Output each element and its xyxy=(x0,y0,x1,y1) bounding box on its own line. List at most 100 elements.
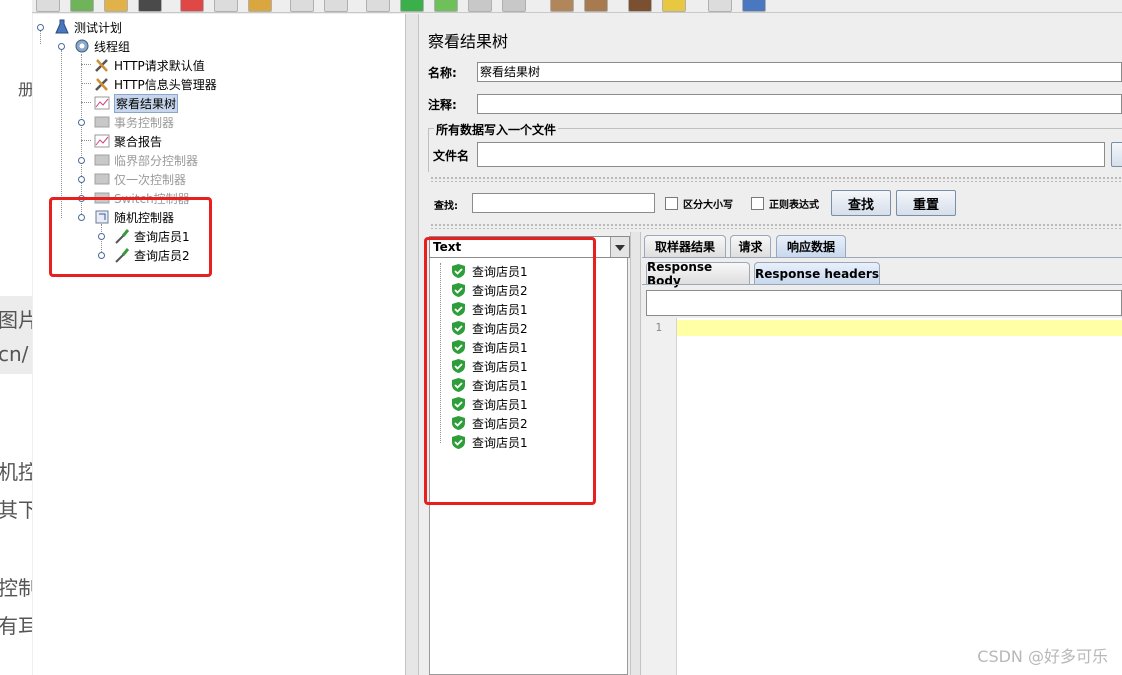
find-button[interactable]: 查找 xyxy=(831,190,891,216)
tree-expand-handle[interactable] xyxy=(78,157,85,164)
controller-icon xyxy=(94,152,110,168)
tree-item-http-defaults[interactable]: HTTP请求默认值 xyxy=(94,56,205,74)
tab-response-body[interactable]: Response Body xyxy=(646,260,750,288)
file-group-title: 所有数据写入一个文件 xyxy=(434,121,559,138)
tree-item-label: 仅一次控制器 xyxy=(114,172,187,187)
csdn-watermark: CSDN @好多可乐 xyxy=(977,647,1108,666)
tree-connector xyxy=(81,83,91,84)
tree-item-transaction-controller[interactable]: 事务控制器 xyxy=(94,113,174,131)
expand-icon[interactable] xyxy=(290,0,314,12)
pane-splitter[interactable] xyxy=(405,14,419,675)
annotation-box xyxy=(424,237,596,505)
checkbox-label: 正则表达式 xyxy=(769,200,819,211)
tab-underline xyxy=(642,257,1122,258)
divider xyxy=(430,176,1122,182)
help-icon[interactable] xyxy=(742,0,766,12)
tree-item-label: 线程组 xyxy=(94,39,131,54)
function-helper-icon[interactable] xyxy=(708,0,732,12)
reset-search-icon[interactable] xyxy=(662,0,686,12)
tree-item-thread-group[interactable]: 线程组 xyxy=(74,37,130,55)
shutdown-icon[interactable] xyxy=(502,0,526,12)
tree-connector xyxy=(81,140,91,141)
search-label: 查找: xyxy=(434,201,458,212)
new-icon[interactable] xyxy=(36,0,60,12)
start-no-pause-icon[interactable] xyxy=(434,0,458,12)
tree-item-label: 临界部分控制器 xyxy=(114,153,199,168)
line-number: 1 xyxy=(655,321,662,334)
search-icon[interactable] xyxy=(628,0,652,12)
checkbox-label: 区分大小写 xyxy=(683,200,733,211)
clear-all-icon[interactable] xyxy=(584,0,608,12)
headers-editor[interactable] xyxy=(642,318,1122,675)
controller-icon xyxy=(94,171,110,187)
collapse-icon[interactable] xyxy=(324,0,348,12)
tree-item-once-only-controller[interactable]: 仅一次控制器 xyxy=(94,170,186,188)
search-input[interactable] xyxy=(472,193,655,213)
tree-connector xyxy=(81,64,91,65)
tree-connector xyxy=(61,50,62,218)
comment-label: 注释: xyxy=(428,98,457,112)
headers-search-field[interactable] xyxy=(646,290,1122,316)
test-plan-icon xyxy=(54,19,70,35)
file-label: 文件名 xyxy=(433,149,470,163)
tree-item-view-results-tree[interactable]: 察看结果树 xyxy=(94,93,179,113)
tools-icon xyxy=(94,57,110,73)
tools-icon xyxy=(94,76,110,92)
tree-expand-handle[interactable] xyxy=(78,119,85,126)
tree-item-test-plan[interactable]: 测试计划 xyxy=(54,18,122,36)
copy-icon[interactable] xyxy=(214,0,238,12)
name-field[interactable]: 察看结果树 xyxy=(477,62,1122,82)
open-icon[interactable] xyxy=(104,0,128,12)
cut-icon[interactable] xyxy=(180,0,204,12)
comment-field[interactable] xyxy=(477,94,1122,114)
divider xyxy=(430,223,1122,229)
tree-item-label: 测试计划 xyxy=(74,20,123,35)
controller-icon xyxy=(94,114,110,130)
chevron-down-icon xyxy=(610,237,629,257)
test-plan-tree xyxy=(33,14,406,675)
toolbar xyxy=(32,0,1122,13)
checkbox-icon xyxy=(665,197,678,210)
clear-icon[interactable] xyxy=(550,0,574,12)
tree-item-label: 聚合报告 xyxy=(114,134,163,149)
tab-response-data[interactable]: 响应数据 xyxy=(776,235,846,257)
gear-icon xyxy=(74,38,90,54)
save-icon[interactable] xyxy=(138,0,162,12)
tree-item-label: 事务控制器 xyxy=(114,115,175,130)
tree-item-critical-section-controller[interactable]: 临界部分控制器 xyxy=(94,151,198,169)
page-title: 察看结果树 xyxy=(428,32,509,51)
tree-item-header-manager[interactable]: HTTP信息头管理器 xyxy=(94,75,217,93)
graph-icon xyxy=(94,95,110,111)
stop-icon[interactable] xyxy=(468,0,492,12)
paste-icon[interactable] xyxy=(248,0,272,12)
current-line-highlight xyxy=(677,320,1122,336)
graph-icon xyxy=(94,133,110,149)
tree-item-aggregate-report[interactable]: 聚合报告 xyxy=(94,132,162,150)
name-label: 名称: xyxy=(428,66,457,80)
checkbox-icon xyxy=(751,197,764,210)
tree-expand-handle[interactable] xyxy=(58,43,65,50)
templates-icon[interactable] xyxy=(70,0,94,12)
tab-underline xyxy=(642,284,1122,285)
line-gutter: 1 xyxy=(642,318,677,675)
tab-response-headers[interactable]: Response headers xyxy=(754,262,880,284)
case-sensitive-checkbox[interactable]: 区分大小写 xyxy=(665,196,733,211)
regex-checkbox[interactable]: 正则表达式 xyxy=(751,196,819,211)
start-icon[interactable] xyxy=(400,0,424,12)
file-name-field[interactable] xyxy=(477,142,1105,167)
tree-expand-handle[interactable] xyxy=(37,24,44,31)
tree-item-label: 察看结果树 xyxy=(114,93,179,113)
detail-splitter[interactable] xyxy=(630,232,641,675)
browse-button[interactable] xyxy=(1111,142,1122,167)
tree-connector xyxy=(81,102,91,103)
tree-item-label: HTTP信息头管理器 xyxy=(114,77,217,92)
tree-expand-handle[interactable] xyxy=(78,176,85,183)
tab-sampler-result[interactable]: 取样器结果 xyxy=(644,235,726,257)
reset-button[interactable]: 重置 xyxy=(896,190,956,216)
tree-item-label: HTTP请求默认值 xyxy=(114,58,205,73)
tree-connector xyxy=(40,30,41,44)
tab-request[interactable]: 请求 xyxy=(730,235,771,257)
annotation-box xyxy=(49,197,212,277)
toggle-icon[interactable] xyxy=(366,0,390,12)
article-fragment: cn/ xyxy=(0,342,29,366)
